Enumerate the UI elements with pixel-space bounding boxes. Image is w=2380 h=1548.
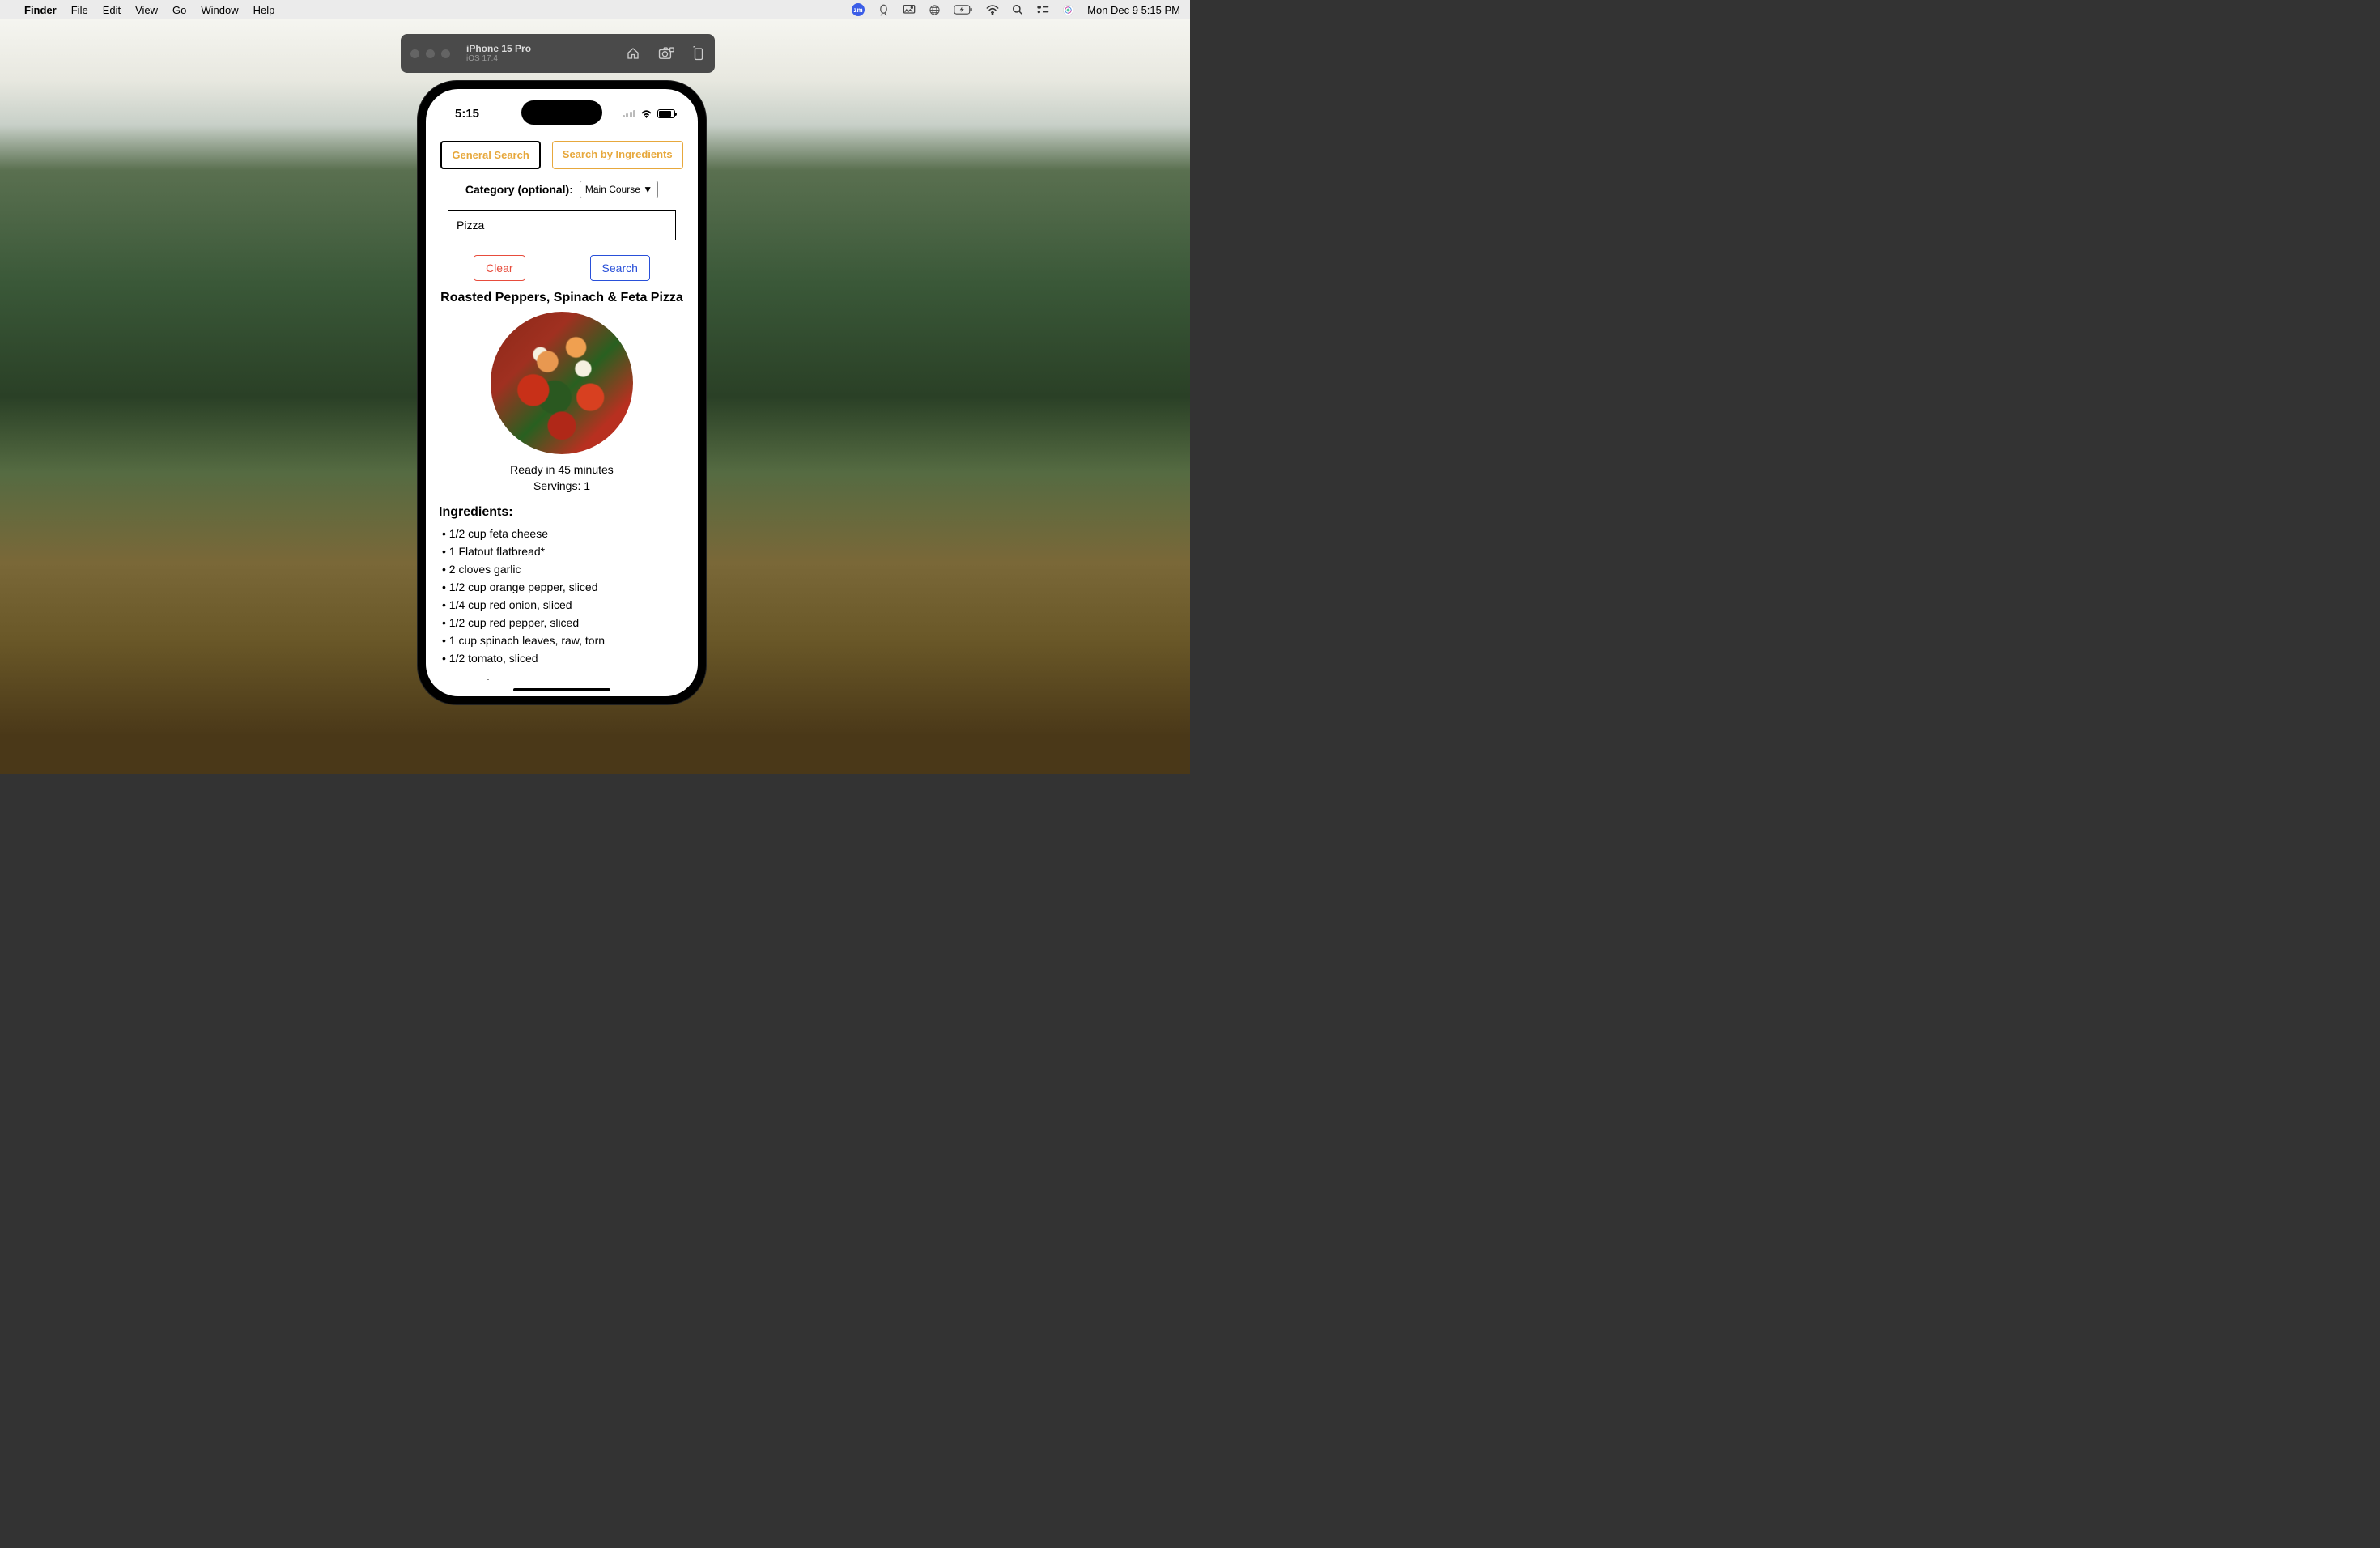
wifi-icon (640, 109, 652, 118)
ingredient-item: 1 cup spinach leaves, raw, torn (442, 632, 685, 649)
battery-icon (657, 109, 675, 118)
ingredient-item: 1/2 cup red pepper, sliced (442, 614, 685, 632)
ingredient-item: 1/2 cup feta cheese (442, 525, 685, 542)
simulator-rotate-icon[interactable] (692, 46, 705, 61)
action-buttons: Clear Search (439, 255, 685, 281)
window-traffic-lights (410, 49, 450, 58)
ingredient-item: 1/2 cup orange pepper, sliced (442, 578, 685, 596)
menu-view[interactable]: View (135, 4, 158, 16)
recipe-title: Roasted Peppers, Spinach & Feta Pizza (439, 291, 685, 305)
category-row: Category (optional): Main Course ▼ (439, 181, 685, 198)
ingredient-item: 1 Flatout flatbread* (442, 542, 685, 560)
tab-general-search[interactable]: General Search (440, 141, 540, 169)
ingredient-item: 2 cloves garlic (442, 560, 685, 578)
siri-icon[interactable] (1062, 4, 1074, 16)
menubar-right: zm Mon Dec 9 5:15 PM (852, 3, 1180, 16)
menubar-app-icon[interactable] (878, 4, 890, 16)
iphone-device-frame: 5:15 General Search Search by Ingredient… (418, 81, 706, 704)
ingredients-heading: Ingredients: (439, 505, 685, 520)
spotlight-icon[interactable] (1012, 4, 1023, 15)
dynamic-island (521, 100, 602, 125)
menu-window[interactable]: Window (201, 4, 238, 16)
ingredients-list: 1/2 cup feta cheese 1 Flatout flatbread*… (439, 525, 685, 667)
zoom-menubar-icon[interactable]: zm (852, 3, 865, 16)
category-select[interactable]: Main Course ▼ (580, 181, 658, 198)
simulator-screenshot-icon[interactable] (658, 46, 674, 61)
home-indicator[interactable] (513, 688, 610, 691)
wifi-menubar-icon[interactable] (986, 5, 999, 15)
menu-help[interactable]: Help (253, 4, 275, 16)
menubar-left: Finder File Edit View Go Window Help (10, 4, 274, 16)
recipe-servings: Servings: 1 (439, 478, 685, 495)
search-button[interactable]: Search (590, 255, 650, 281)
instructions-heading: Instructions: (439, 678, 685, 680)
search-mode-tabs: General Search Search by Ingredients (439, 141, 685, 169)
ingredient-item: 1/2 tomato, sliced (442, 649, 685, 667)
battery-menubar-icon[interactable] (954, 5, 973, 15)
globe-icon[interactable] (929, 4, 941, 16)
category-label: Category (optional): (465, 183, 573, 196)
status-bar-time: 5:15 (455, 107, 479, 121)
recipe-meta: Ready in 45 minutes Servings: 1 (439, 462, 685, 494)
clear-button[interactable]: Clear (474, 255, 525, 281)
search-input[interactable] (448, 210, 676, 240)
menu-file[interactable]: File (71, 4, 88, 16)
control-center-icon[interactable] (1036, 5, 1049, 15)
iphone-screen: 5:15 General Search Search by Ingredient… (426, 89, 698, 696)
menu-go[interactable]: Go (172, 4, 186, 16)
close-window-button[interactable] (410, 49, 419, 58)
tab-search-by-ingredients[interactable]: Search by Ingredients (552, 141, 683, 169)
recipe-ready-time: Ready in 45 minutes (439, 462, 685, 478)
zoom-window-button[interactable] (441, 49, 450, 58)
menu-edit[interactable]: Edit (103, 4, 121, 16)
simulator-title: iPhone 15 Pro iOS 17.4 (466, 44, 531, 63)
macos-menubar: Finder File Edit View Go Window Help zm (0, 0, 1190, 19)
screen-mirroring-icon[interactable] (903, 4, 916, 15)
cellular-signal-icon (623, 110, 636, 117)
minimize-window-button[interactable] (426, 49, 435, 58)
app-menu[interactable]: Finder (24, 4, 57, 16)
ingredient-item: 1/4 cup red onion, sliced (442, 596, 685, 614)
recipe-image (491, 312, 633, 454)
simulator-os-version: iOS 17.4 (466, 54, 531, 63)
simulator-home-icon[interactable] (626, 46, 640, 61)
simulator-window-toolbar: iPhone 15 Pro iOS 17.4 (401, 34, 715, 73)
simulator-device-name: iPhone 15 Pro (466, 44, 531, 54)
app-content: General Search Search by Ingredients Cat… (426, 134, 698, 680)
menubar-clock[interactable]: Mon Dec 9 5:15 PM (1087, 4, 1180, 16)
